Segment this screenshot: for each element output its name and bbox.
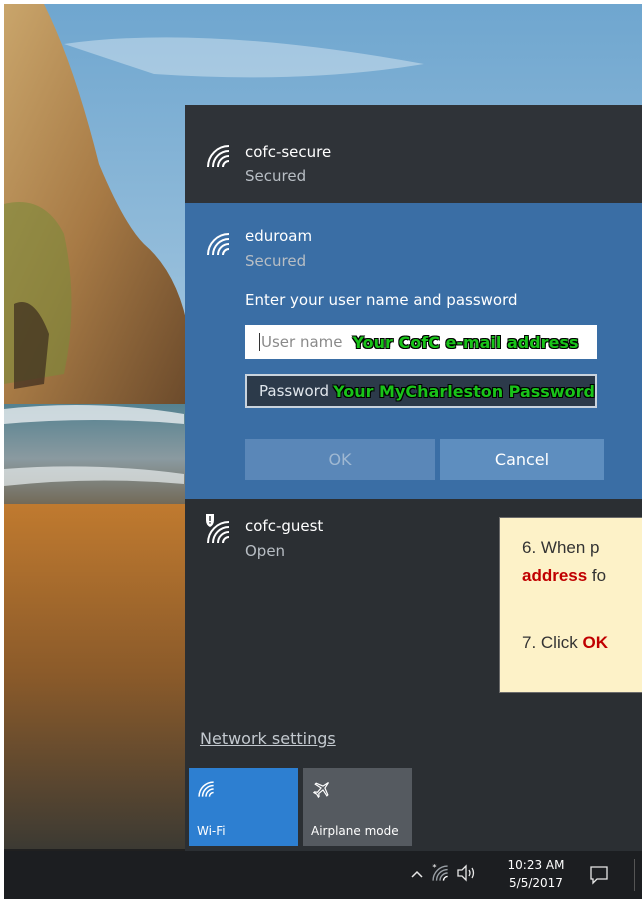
wifi-secured-icon	[207, 233, 230, 256]
quick-action-airplane-mode[interactable]: Airplane mode	[303, 768, 412, 846]
step-text: fo	[587, 566, 607, 585]
network-name: cofc-secure	[245, 143, 332, 161]
step-highlight: OK	[582, 633, 608, 652]
wifi-icon[interactable]: *	[431, 864, 449, 882]
credentials-prompt: Enter your user name and password	[245, 291, 518, 309]
instruction-callout: 6. When p address fo 7. Click OK	[499, 517, 642, 693]
step-highlight: address	[522, 566, 588, 585]
wifi-open-shield-icon	[206, 514, 230, 544]
taskbar-clock[interactable]: 10:23 AM 5/5/2017	[502, 856, 570, 892]
instruction-step-7: 7. Click OK	[522, 633, 608, 653]
cancel-button[interactable]: Cancel	[440, 439, 604, 480]
password-input[interactable]: Password Your MyCharleston Password	[245, 374, 597, 408]
wifi-icon	[198, 781, 214, 797]
action-center-icon[interactable]	[589, 865, 609, 885]
quick-action-label: Airplane mode	[311, 824, 399, 838]
network-item-eduroam[interactable]: eduroam Secured Enter your user name and…	[185, 203, 642, 499]
password-hint-annotation: Your MyCharleston Password	[333, 381, 595, 401]
network-status: Secured	[245, 252, 307, 270]
wifi-secured-icon	[207, 145, 230, 168]
network-name: cofc-guest	[245, 517, 324, 535]
quick-action-wifi[interactable]: Wi-Fi	[189, 768, 298, 846]
instruction-step-6: 6. When p	[522, 538, 600, 558]
network-flyout: cofc-secure Secured eduroam Secured Ente…	[185, 105, 642, 851]
show-desktop-divider	[634, 859, 635, 891]
instruction-step-6-continued: address fo	[522, 566, 606, 586]
username-placeholder: User name	[261, 333, 343, 351]
svg-text:*: *	[432, 864, 436, 872]
text-caret	[259, 333, 260, 351]
ok-button[interactable]: OK	[245, 439, 435, 480]
username-input[interactable]: User name Your CofC e-mail address	[245, 325, 597, 359]
chevron-up-icon[interactable]	[411, 869, 423, 879]
password-placeholder: Password	[259, 382, 330, 400]
taskbar: * 10:23 AM 5/5/2017	[4, 851, 642, 899]
clock-time: 10:23 AM	[507, 858, 565, 872]
network-item-cofc-secure[interactable]: cofc-secure Secured	[185, 105, 642, 203]
quick-action-label: Wi-Fi	[197, 824, 226, 838]
network-status: Open	[245, 542, 286, 560]
step-text: 6. When p	[522, 538, 600, 557]
network-settings-link[interactable]: Network settings	[200, 729, 336, 748]
speaker-icon[interactable]	[456, 864, 478, 882]
screenshot-frame: cofc-secure Secured eduroam Secured Ente…	[4, 4, 642, 899]
username-hint-annotation: Your CofC e-mail address	[352, 332, 579, 352]
network-name: eduroam	[245, 227, 313, 245]
network-status: Secured	[245, 167, 307, 185]
airplane-icon	[312, 782, 329, 799]
clock-date: 5/5/2017	[509, 876, 563, 890]
step-text: 7. Click	[522, 633, 583, 652]
